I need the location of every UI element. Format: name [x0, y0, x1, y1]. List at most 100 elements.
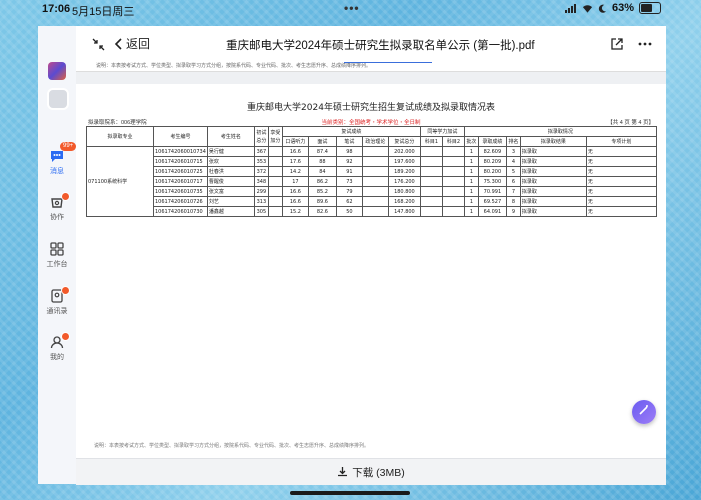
pdf-viewer: 返回 重庆邮电大学2024年硕士研究生拟录取名单公示 (第一批).pdf 说明：…	[76, 26, 666, 485]
category-label: 当前类别：全国统考・学术学位・全日制	[321, 120, 421, 126]
exam-no-cell: 10617420601​0717	[153, 176, 208, 187]
total-cell: 80.209	[477, 156, 507, 167]
politics-cell	[361, 166, 389, 177]
interview-cell: 84	[307, 166, 337, 177]
unread-badge: 99+	[60, 142, 77, 151]
result-cell: 拟录取	[519, 196, 587, 207]
header-exam-no: 考生编号	[153, 126, 208, 147]
written-cell: 98	[335, 146, 363, 157]
retest-total-cell: 176.200	[387, 176, 421, 187]
header-result: 拟录取结果	[519, 136, 587, 147]
header-plan: 专项计划	[585, 136, 657, 147]
download-label: 下载 (3MB)	[352, 467, 405, 479]
home-indicator[interactable]	[290, 491, 410, 495]
politics-cell	[361, 146, 389, 157]
plan-cell: 无	[585, 156, 657, 167]
header-rank: 排名	[505, 136, 521, 147]
batch-cell: 1	[463, 166, 479, 177]
result-cell: 拟录取	[519, 176, 587, 187]
bonus-cell	[267, 146, 283, 157]
bonus-cell	[267, 166, 283, 177]
header-retest: 复试成绩	[281, 126, 421, 137]
prelim-cell: 367	[253, 146, 269, 157]
page-gap	[76, 72, 666, 84]
prelim-cell: 313	[253, 196, 269, 207]
document-title: 重庆邮电大学2024年硕士研究生招生复试成绩及拟录取情况表	[247, 103, 495, 113]
subj2-cell	[441, 156, 465, 167]
sidebar-item-label: 消息	[50, 168, 64, 175]
written-cell: 50	[335, 206, 363, 217]
plan-cell: 无	[585, 176, 657, 187]
viewer-toolbar: 返回 重庆邮电大学2024年硕士研究生拟录取名单公示 (第一批).pdf	[76, 26, 666, 62]
more-icon[interactable]	[638, 42, 652, 46]
politics-cell	[361, 156, 389, 167]
exam-no-cell: 10617420601​0730	[153, 206, 208, 217]
sidebar-item-messages[interactable]: 消息 99+	[38, 142, 77, 176]
magic-wand-icon	[639, 405, 648, 415]
bonus-cell	[267, 186, 283, 197]
rank-cell: 3	[505, 146, 521, 157]
prelim-cell: 348	[253, 176, 269, 187]
sidebar-item-workbench[interactable]: 工作台	[38, 241, 76, 269]
moon-icon	[598, 4, 607, 13]
subj1-cell	[419, 186, 443, 197]
header-politics: 政治理论	[361, 136, 389, 147]
interview-cell: 87.4	[307, 146, 337, 157]
result-cell: 拟录取	[519, 186, 587, 197]
admission-table: 拟录取专业 考生编号 考生姓名 初试总分 享受加分 复试成绩 同等学力加试 拟录…	[86, 126, 657, 217]
rank-cell: 9	[505, 206, 521, 217]
user-avatar[interactable]	[48, 62, 66, 80]
signal-icon	[564, 3, 576, 13]
plan-cell: 无	[585, 196, 657, 207]
politics-cell	[361, 186, 389, 197]
prelim-cell: 372	[253, 166, 269, 177]
multitask-dots[interactable]: •••	[344, 1, 360, 15]
politics-cell	[361, 176, 389, 187]
header-prelim: 初试总分	[253, 126, 269, 147]
download-button[interactable]: 下载 (3MB)	[76, 465, 666, 480]
download-icon	[338, 467, 348, 477]
name-cell: 刘艺	[206, 196, 255, 207]
sidebar-item-label: 工作台	[46, 261, 68, 268]
name-cell: 曹醒俊	[206, 176, 255, 187]
header-written: 笔试	[335, 136, 363, 147]
sidebar-item-contacts[interactable]: 通讯录	[38, 286, 76, 316]
total-cell: 69.527	[477, 196, 507, 207]
ai-assistant-button[interactable]	[632, 400, 656, 424]
listening-cell: 16.6	[281, 186, 309, 197]
exam-no-cell: 10617420600​10734	[153, 146, 208, 157]
chevron-left-icon	[114, 37, 122, 50]
written-cell: 91	[335, 166, 363, 177]
rank-cell: 6	[505, 176, 521, 187]
listening-cell: 16.6	[281, 196, 309, 207]
bonus-cell	[267, 176, 283, 187]
share-icon[interactable]	[610, 37, 624, 51]
sidebar-item-collaborate[interactable]: 协作	[38, 192, 76, 222]
prelim-cell: 353	[253, 156, 269, 167]
collapse-icon[interactable]	[92, 38, 105, 51]
batch-cell: 1	[463, 206, 479, 217]
subj1-cell	[419, 156, 443, 167]
result-cell: 拟录取	[519, 156, 587, 167]
result-cell: 拟录取	[519, 166, 587, 177]
scroll-indicator	[344, 62, 432, 63]
header-total: 录取成绩	[477, 136, 507, 147]
interview-cell: 88	[307, 156, 337, 167]
back-button[interactable]: 返回	[114, 35, 150, 52]
plan-cell: 无	[585, 146, 657, 157]
subj1-cell	[419, 176, 443, 187]
header-bonus: 享受加分	[267, 126, 283, 147]
sidebar-item-profile[interactable]: 我的	[38, 332, 76, 362]
batch-cell: 1	[463, 196, 479, 207]
batch-cell: 1	[463, 186, 479, 197]
interview-cell: 85.2	[307, 186, 337, 197]
retest-total-cell: 147.800	[387, 206, 421, 217]
subj2-cell	[441, 196, 465, 207]
subj1-cell	[419, 196, 443, 207]
subj1-cell	[419, 146, 443, 157]
home-button[interactable]	[47, 88, 69, 110]
status-date: 5月15日周三	[72, 6, 135, 18]
header-batch: 批次	[463, 136, 479, 147]
bonus-cell	[267, 206, 283, 217]
batch-cell: 1	[463, 176, 479, 187]
